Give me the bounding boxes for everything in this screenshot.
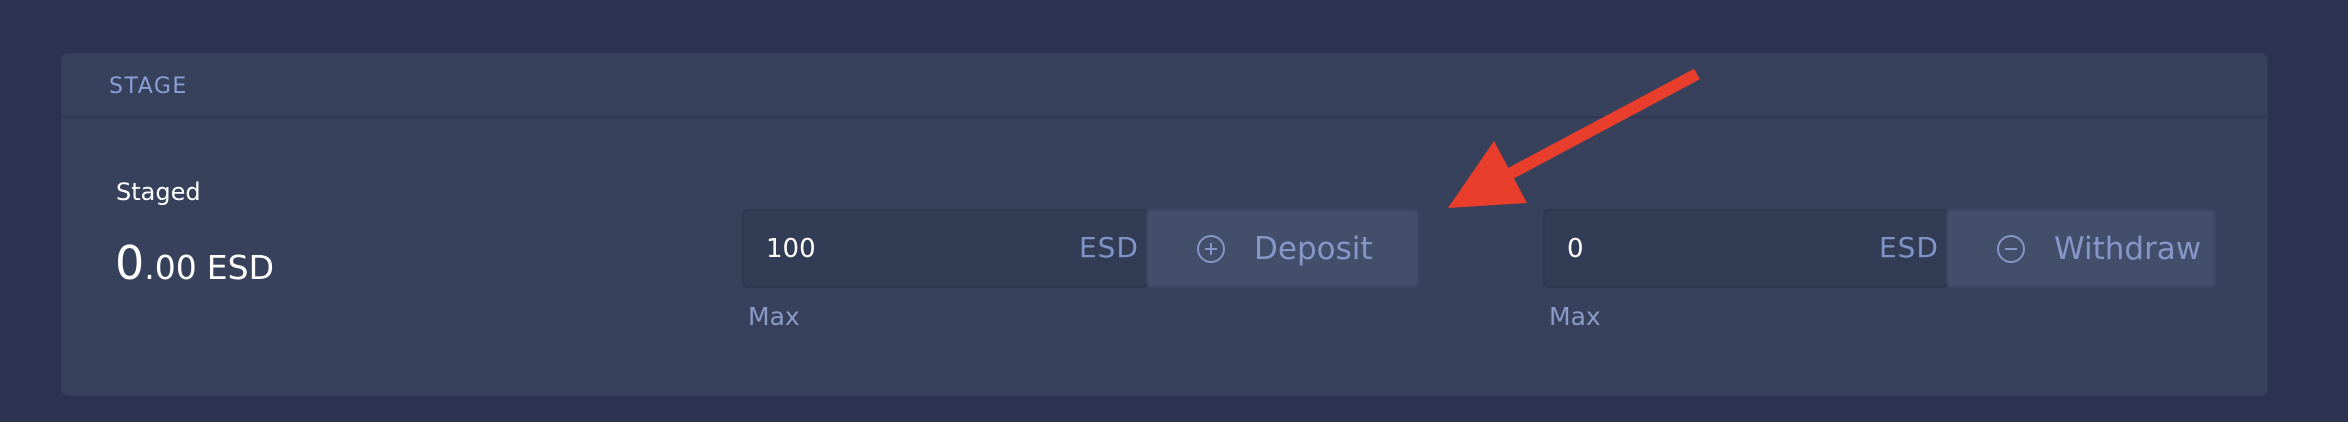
staged-balance-unit: ESD [206,248,274,287]
deposit-button-label: Deposit [1254,230,1373,267]
withdraw-unit-label: ESD [1878,231,1939,264]
deposit-unit-label: ESD [1078,231,1139,264]
withdraw-amount-field[interactable]: ESD [1543,209,1949,288]
deposit-button[interactable]: Deposit [1146,209,1419,288]
staged-balance-decimal: .00 [144,248,197,287]
withdraw-button-label: Withdraw [2054,230,2202,267]
withdraw-amount-input[interactable] [1567,211,1817,286]
staged-balance-integer: 0 [115,236,145,290]
minus-circle-icon [1996,234,2026,264]
plus-circle-icon [1196,234,1226,264]
withdraw-button[interactable]: Withdraw [1946,209,2216,288]
deposit-amount-input[interactable] [766,211,1016,286]
staged-balance: 0.00 ESD [115,236,274,290]
stage-panel-header: STAGE [62,54,2267,118]
staged-label: Staged [116,178,201,206]
panel-title: STAGE [109,74,188,99]
deposit-amount-field[interactable]: ESD [742,209,1149,288]
deposit-max-link[interactable]: Max [748,302,800,331]
stage-panel: STAGE Staged 0.00ESD ESD Deposit Max ESD [61,53,2268,396]
withdraw-max-link[interactable]: Max [1549,302,1601,331]
